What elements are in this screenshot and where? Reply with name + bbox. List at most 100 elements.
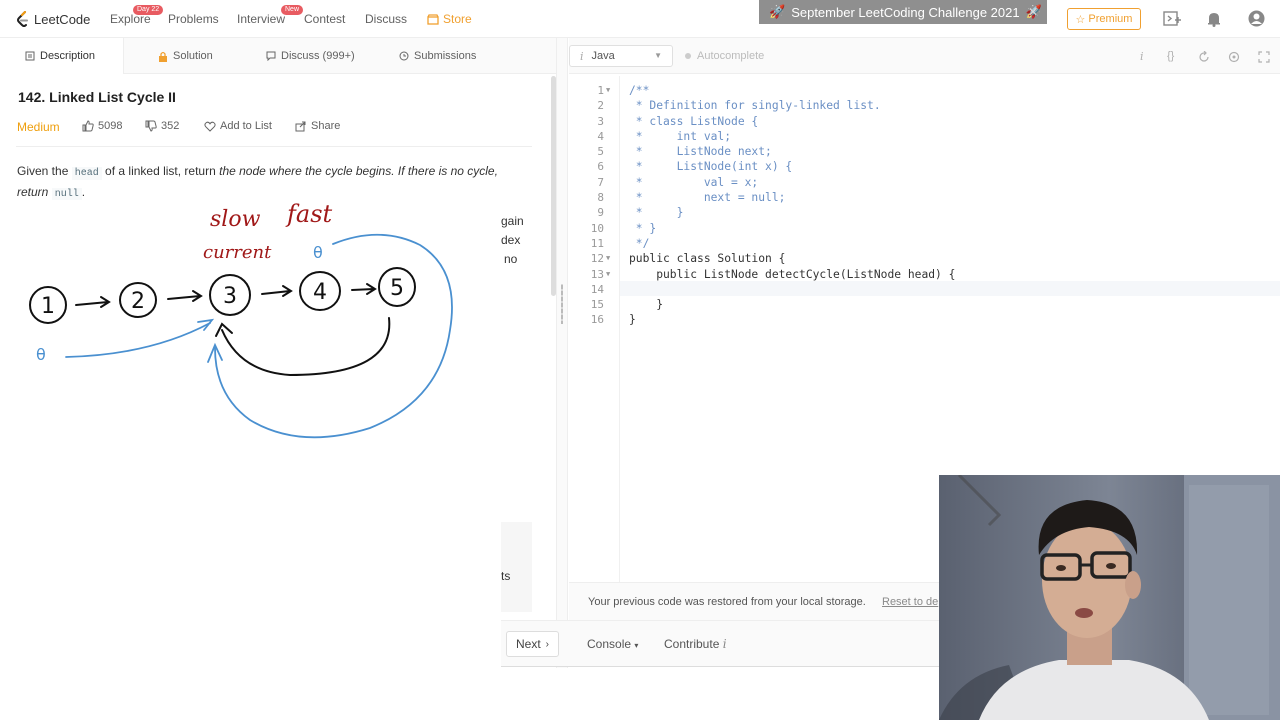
- next-button[interactable]: Next ›: [506, 631, 559, 657]
- contribute-button[interactable]: Contribute i: [664, 637, 727, 651]
- explore-badge: Day 22: [133, 5, 164, 15]
- code-text: * class ListNode {: [629, 114, 759, 128]
- code-line[interactable]: 6 * ListNode(int x) {: [570, 159, 1280, 174]
- partial-text: dex: [501, 233, 521, 247]
- fold-icon[interactable]: ▼: [606, 83, 610, 98]
- logo-text: LeetCode: [34, 11, 91, 27]
- bell-icon[interactable]: [1207, 11, 1221, 27]
- caret-down-icon: ▾: [634, 641, 639, 650]
- share-label: Share: [311, 120, 341, 132]
- code-text: public class Solution {: [629, 252, 786, 266]
- reset-icon[interactable]: [1198, 51, 1210, 63]
- add-to-list-button[interactable]: Add to List: [204, 120, 272, 132]
- premium-label: Premium: [1088, 13, 1133, 25]
- restore-message: Your previous code was restored from you…: [588, 596, 866, 608]
- code-line[interactable]: 4 * int val;: [570, 129, 1280, 144]
- close-icon[interactable]: ✕: [1028, 5, 1038, 19]
- code-text: * ListNode next;: [629, 145, 772, 159]
- discuss-icon: [266, 51, 276, 61]
- leetcode-logo[interactable]: LeetCode: [16, 10, 90, 28]
- code-line[interactable]: 9 * }: [570, 205, 1280, 220]
- star-icon: ☆: [1075, 13, 1086, 26]
- like-count: 5098: [98, 120, 123, 132]
- code-editor[interactable]: 1 ▼/** 2 * Definition for singly-linked li…: [570, 83, 1280, 328]
- line-number: 3: [597, 114, 604, 128]
- dislike-button[interactable]: 352: [145, 120, 179, 132]
- info-icon[interactable]: i: [1140, 50, 1144, 63]
- braces-icon[interactable]: {}: [1167, 50, 1174, 62]
- partial-text: gain: [501, 214, 524, 228]
- splitter-handle-icon[interactable]: [561, 284, 563, 324]
- premium-button[interactable]: ☆ Premium: [1067, 8, 1141, 30]
- code-line[interactable]: 13 ▼ public ListNode detectCycle(ListNode…: [570, 267, 1280, 282]
- fast-pointer-symbol: θ: [313, 243, 323, 262]
- code-line[interactable]: 1 ▼ /**: [570, 83, 1280, 98]
- code-line[interactable]: 15 }: [570, 297, 1280, 312]
- code-line[interactable]: 11 */: [570, 236, 1280, 251]
- line-number: 12: [590, 252, 604, 266]
- rocket-icon: 🚀: [769, 4, 786, 19]
- share-button[interactable]: Share: [295, 120, 340, 132]
- code-line[interactable]: 10 * }: [570, 221, 1280, 236]
- tab-description[interactable]: Description: [0, 38, 124, 74]
- code-text: */: [629, 236, 650, 250]
- code-line[interactable]: 3 * class ListNode {: [570, 114, 1280, 129]
- tab-solution[interactable]: Solution: [158, 38, 213, 74]
- code-text: * val = x;: [629, 175, 759, 189]
- nav-contest[interactable]: Contest: [304, 12, 345, 26]
- code-text: * int val;: [629, 129, 732, 143]
- reset-to-default-link[interactable]: Reset to de: [882, 596, 938, 608]
- tab-discuss-label: Discuss (999+): [281, 50, 355, 62]
- node-label: 2: [131, 289, 145, 314]
- thumbs-up-icon: [82, 120, 94, 132]
- problem-description: Given the head of a linked list, return …: [17, 162, 527, 204]
- code-line[interactable]: 12 ▼ public class Solution {: [570, 251, 1280, 266]
- console-button[interactable]: Console ▾: [587, 637, 638, 651]
- settings-icon[interactable]: [1228, 51, 1240, 63]
- line-number: 11: [590, 236, 604, 250]
- description-icon: [25, 51, 35, 61]
- avatar-icon[interactable]: [1248, 10, 1265, 27]
- whiteboard-drawing: slow current fast 1 2 3 4 5 θ θ: [29, 200, 453, 439]
- console-label: Console: [587, 637, 632, 651]
- tab-solution-label: Solution: [173, 50, 213, 62]
- code-line[interactable]: 14: [570, 282, 1280, 297]
- top-navbar: LeetCode Explore Day 22 Problems Intervi…: [0, 0, 1280, 38]
- playground-icon[interactable]: [1163, 11, 1182, 26]
- code-line[interactable]: 16}: [570, 312, 1280, 327]
- code-line[interactable]: 8 * next = null;: [570, 190, 1280, 205]
- code-line[interactable]: 7 * val = x;: [570, 175, 1280, 190]
- code-line[interactable]: 2 * Definition for singly-linked list.: [570, 98, 1280, 113]
- challenge-banner[interactable]: 🚀 September LeetCoding Challenge 2021 🚀 …: [759, 0, 1047, 24]
- autocomplete-toggle[interactable]: Autocomplete: [685, 50, 764, 62]
- tab-submissions[interactable]: Submissions: [399, 38, 476, 74]
- fold-icon[interactable]: ▼: [606, 251, 610, 266]
- line-number: 6: [597, 160, 604, 174]
- chevron-right-icon: ›: [545, 638, 550, 650]
- arrow: [351, 283, 377, 295]
- fullscreen-icon[interactable]: [1258, 51, 1270, 63]
- nav-store-label: Store: [443, 12, 472, 26]
- line-number: 15: [590, 298, 604, 312]
- next-label: Next: [515, 637, 541, 651]
- line-number: 2: [597, 99, 604, 113]
- like-button[interactable]: 5098: [82, 120, 122, 132]
- nav-store[interactable]: Store: [427, 12, 472, 26]
- label-slow: slow: [210, 207, 261, 232]
- nav-interview[interactable]: Interview: [237, 12, 285, 26]
- code-line[interactable]: 5 * ListNode next;: [570, 144, 1280, 159]
- panel-splitter[interactable]: [556, 38, 568, 668]
- nav-discuss[interactable]: Discuss: [365, 12, 407, 26]
- challenge-text: September LeetCoding Challenge 2021: [791, 4, 1020, 20]
- fold-icon[interactable]: ▼: [606, 267, 610, 282]
- desc-text: .: [81, 185, 86, 199]
- language-select[interactable]: i Java ▼: [569, 45, 673, 67]
- line-number: 4: [597, 129, 604, 143]
- arrow: [167, 290, 203, 302]
- tab-discuss[interactable]: Discuss (999+): [266, 38, 355, 74]
- line-number: 8: [597, 191, 604, 205]
- webcam-overlay: [939, 475, 1280, 720]
- nav-problems[interactable]: Problems: [168, 12, 219, 26]
- tab-description-label: Description: [40, 50, 96, 62]
- node-label: 3: [223, 284, 237, 309]
